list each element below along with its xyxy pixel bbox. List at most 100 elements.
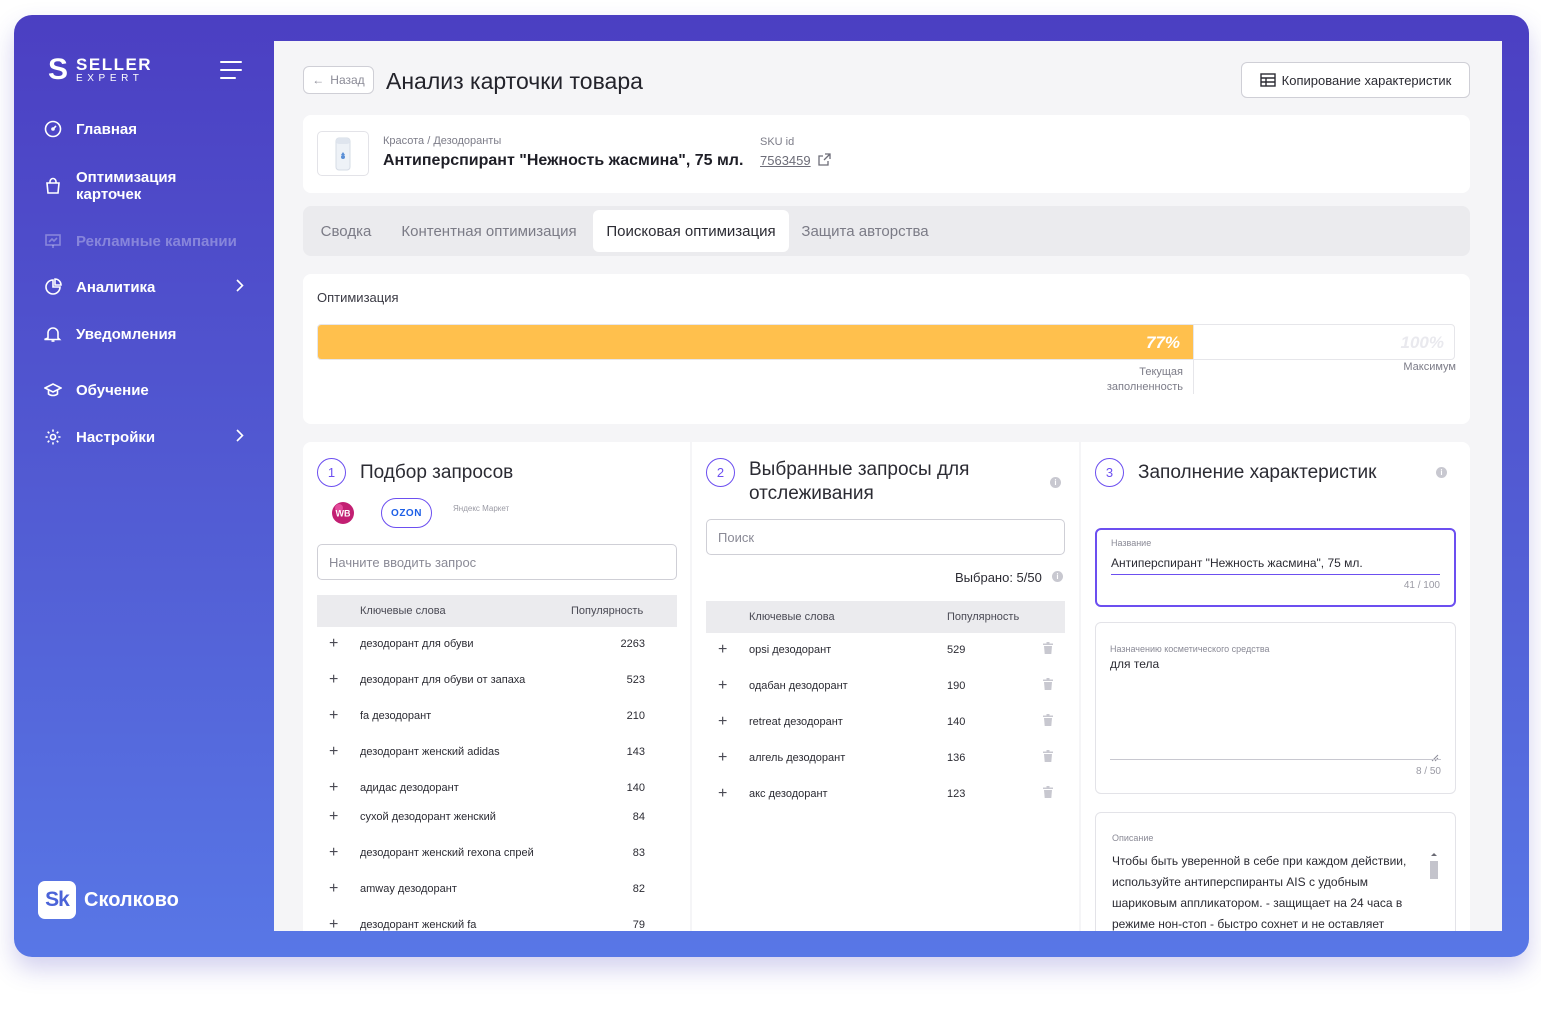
external-link-icon[interactable] bbox=[818, 153, 831, 171]
name-field-value[interactable]: Антиперспирант "Нежность жасмина", 75 мл… bbox=[1111, 556, 1363, 570]
wildberries-logo[interactable]: WB bbox=[330, 500, 356, 531]
trash-icon[interactable] bbox=[1043, 678, 1053, 693]
optimization-progress-bar: 77% 100% bbox=[317, 324, 1455, 360]
sidebar-item-card-optimization[interactable]: Оптимизация карточек bbox=[44, 169, 244, 203]
popularity-value: 529 bbox=[947, 644, 966, 656]
description-field-value[interactable]: Чтобы быть уверенной в себе при каждом д… bbox=[1112, 851, 1428, 931]
add-icon[interactable]: + bbox=[718, 678, 727, 694]
table-row: + алгель дезодорант 136 bbox=[706, 749, 1065, 769]
sidebar-item-analytics[interactable]: Аналитика bbox=[44, 275, 244, 299]
table-row: + дезодорант женский adidas 143 bbox=[317, 743, 677, 763]
sidebar-item-home[interactable]: Главная bbox=[44, 117, 244, 141]
sidebar-item-label: Рекламные кампании bbox=[76, 232, 237, 250]
graduation-cap-icon bbox=[44, 381, 62, 399]
trash-icon[interactable] bbox=[1043, 786, 1053, 801]
add-icon[interactable]: + bbox=[329, 809, 338, 825]
product-thumbnail[interactable] bbox=[317, 131, 369, 176]
ozon-logo-button[interactable]: OZON bbox=[381, 498, 432, 528]
table-row: + дезодорант женский fa 79 bbox=[317, 916, 677, 932]
sidebar-item-label: Уведомления bbox=[76, 325, 177, 343]
keyword-text: дезодорант для обуви от запаха bbox=[360, 674, 526, 686]
popularity-value: 123 bbox=[947, 788, 966, 800]
description-field[interactable]: Описание Чтобы быть уверенной в себе при… bbox=[1095, 812, 1456, 931]
tab-authorship-protection[interactable]: Защита авторства bbox=[795, 210, 935, 252]
add-icon[interactable]: + bbox=[718, 714, 727, 730]
progress-fill bbox=[318, 325, 1194, 359]
product-card: Красота / Дезодоранты Антиперспирант "Не… bbox=[303, 115, 1470, 193]
info-icon[interactable]: i bbox=[1436, 467, 1447, 478]
yandex-market-logo[interactable]: Яндекс Маркет bbox=[453, 505, 509, 513]
step-number: 1 bbox=[317, 458, 346, 487]
keyword-text: сухой дезодорант женский bbox=[360, 811, 496, 823]
trash-icon[interactable] bbox=[1043, 750, 1053, 765]
purpose-field-value[interactable]: для тела bbox=[1110, 657, 1159, 671]
back-button[interactable]: ← Назад bbox=[303, 66, 374, 94]
sidebar-item-settings[interactable]: Настройки bbox=[44, 425, 244, 449]
tab-summary[interactable]: Сводка bbox=[311, 210, 381, 252]
col-keywords: Ключевые слова bbox=[749, 611, 835, 623]
sidebar-item-notifications[interactable]: Уведомления bbox=[44, 322, 244, 346]
logo-s-mark: S bbox=[48, 53, 69, 86]
skolkovo-logo: Sk Сколково bbox=[38, 881, 179, 919]
optimization-card: Оптимизация 77% 100% Текущая заполненнос… bbox=[303, 274, 1470, 424]
keyword-text: дезодорант женский rexona спрей bbox=[360, 847, 534, 859]
purpose-field-label: Назначению косметического средства bbox=[1110, 644, 1270, 654]
sidebar-item-learning[interactable]: Обучение bbox=[44, 378, 244, 402]
col-popularity: Популярность bbox=[571, 605, 644, 617]
product-name: Антиперспирант "Нежность жасмина", 75 мл… bbox=[383, 152, 744, 169]
query-input[interactable]: Начните вводить запрос bbox=[317, 544, 677, 580]
sidebar-item-label: Главная bbox=[76, 120, 138, 138]
add-icon[interactable]: + bbox=[329, 917, 338, 932]
popularity-value: 83 bbox=[632, 847, 645, 859]
logo[interactable]: S SELLER EXPERT bbox=[48, 55, 152, 85]
info-icon[interactable]: i bbox=[1050, 477, 1061, 488]
add-icon[interactable]: + bbox=[329, 708, 338, 724]
add-icon[interactable]: + bbox=[329, 744, 338, 760]
arrow-left-icon: ← bbox=[312, 73, 325, 87]
table-row: + адидас дезодорант 140 bbox=[317, 779, 677, 799]
add-icon[interactable]: + bbox=[718, 642, 727, 658]
add-icon[interactable]: + bbox=[329, 636, 338, 652]
table-row: + одабан дезодорант 190 bbox=[706, 677, 1065, 697]
table-row: + fa дезодорант 210 bbox=[317, 707, 677, 727]
description-scrollbar[interactable] bbox=[1429, 851, 1439, 931]
tab-search-optimization[interactable]: Поисковая оптимизация bbox=[593, 210, 789, 252]
add-icon[interactable]: + bbox=[329, 881, 338, 897]
keyword-text: amway дезодорант bbox=[360, 883, 457, 895]
keyword-text: retreat дезодорант bbox=[749, 716, 843, 728]
sku-link[interactable]: 7563459 bbox=[760, 153, 811, 168]
popularity-value: 136 bbox=[947, 752, 966, 764]
menu-toggle-icon[interactable] bbox=[220, 61, 242, 79]
selected-search-input[interactable]: Поиск bbox=[706, 519, 1065, 555]
add-icon[interactable]: + bbox=[329, 672, 338, 688]
trash-icon[interactable] bbox=[1043, 714, 1053, 729]
characteristics-panel: 3 Заполнение характеристик i Название Ан… bbox=[1081, 442, 1470, 931]
add-icon[interactable]: + bbox=[718, 786, 727, 802]
info-icon[interactable]: i bbox=[1052, 571, 1063, 582]
sku-label: SKU id bbox=[760, 136, 795, 148]
dashboard-icon bbox=[44, 120, 62, 138]
trash-icon[interactable] bbox=[1043, 642, 1053, 657]
progress-divider bbox=[1193, 324, 1194, 394]
product-category: Красота / Дезодоранты bbox=[383, 135, 502, 147]
copy-characteristics-button[interactable]: Копирование характеристик bbox=[1241, 62, 1470, 98]
tab-content-optimization[interactable]: Контентная оптимизация bbox=[391, 210, 587, 252]
skolkovo-name: Сколково bbox=[84, 888, 179, 911]
add-icon[interactable]: + bbox=[329, 780, 338, 796]
keyword-text: дезодорант женский adidas bbox=[360, 746, 500, 758]
copy-characteristics-label: Копирование характеристик bbox=[1281, 72, 1452, 88]
name-field[interactable]: Название Антиперспирант "Нежность жасмин… bbox=[1095, 528, 1456, 607]
add-icon[interactable]: + bbox=[329, 845, 338, 861]
purpose-field[interactable]: Назначению косметического средства для т… bbox=[1095, 622, 1456, 794]
max-label: Максимум bbox=[1403, 361, 1456, 373]
table-icon bbox=[1259, 73, 1276, 87]
table-row: + дезодорант для обуви от запаха 523 bbox=[317, 671, 677, 691]
resize-handle-icon[interactable] bbox=[1431, 749, 1439, 767]
current-percent: 77% bbox=[1146, 333, 1181, 352]
queries-title: Подбор запросов bbox=[360, 462, 514, 483]
name-field-counter: 41 / 100 bbox=[1403, 580, 1440, 591]
keyword-text: алгель дезодорант bbox=[749, 752, 846, 764]
selected-title: Выбранные запросы для отслеживания bbox=[749, 459, 970, 504]
popularity-value: 79 bbox=[632, 919, 645, 931]
add-icon[interactable]: + bbox=[718, 750, 727, 766]
